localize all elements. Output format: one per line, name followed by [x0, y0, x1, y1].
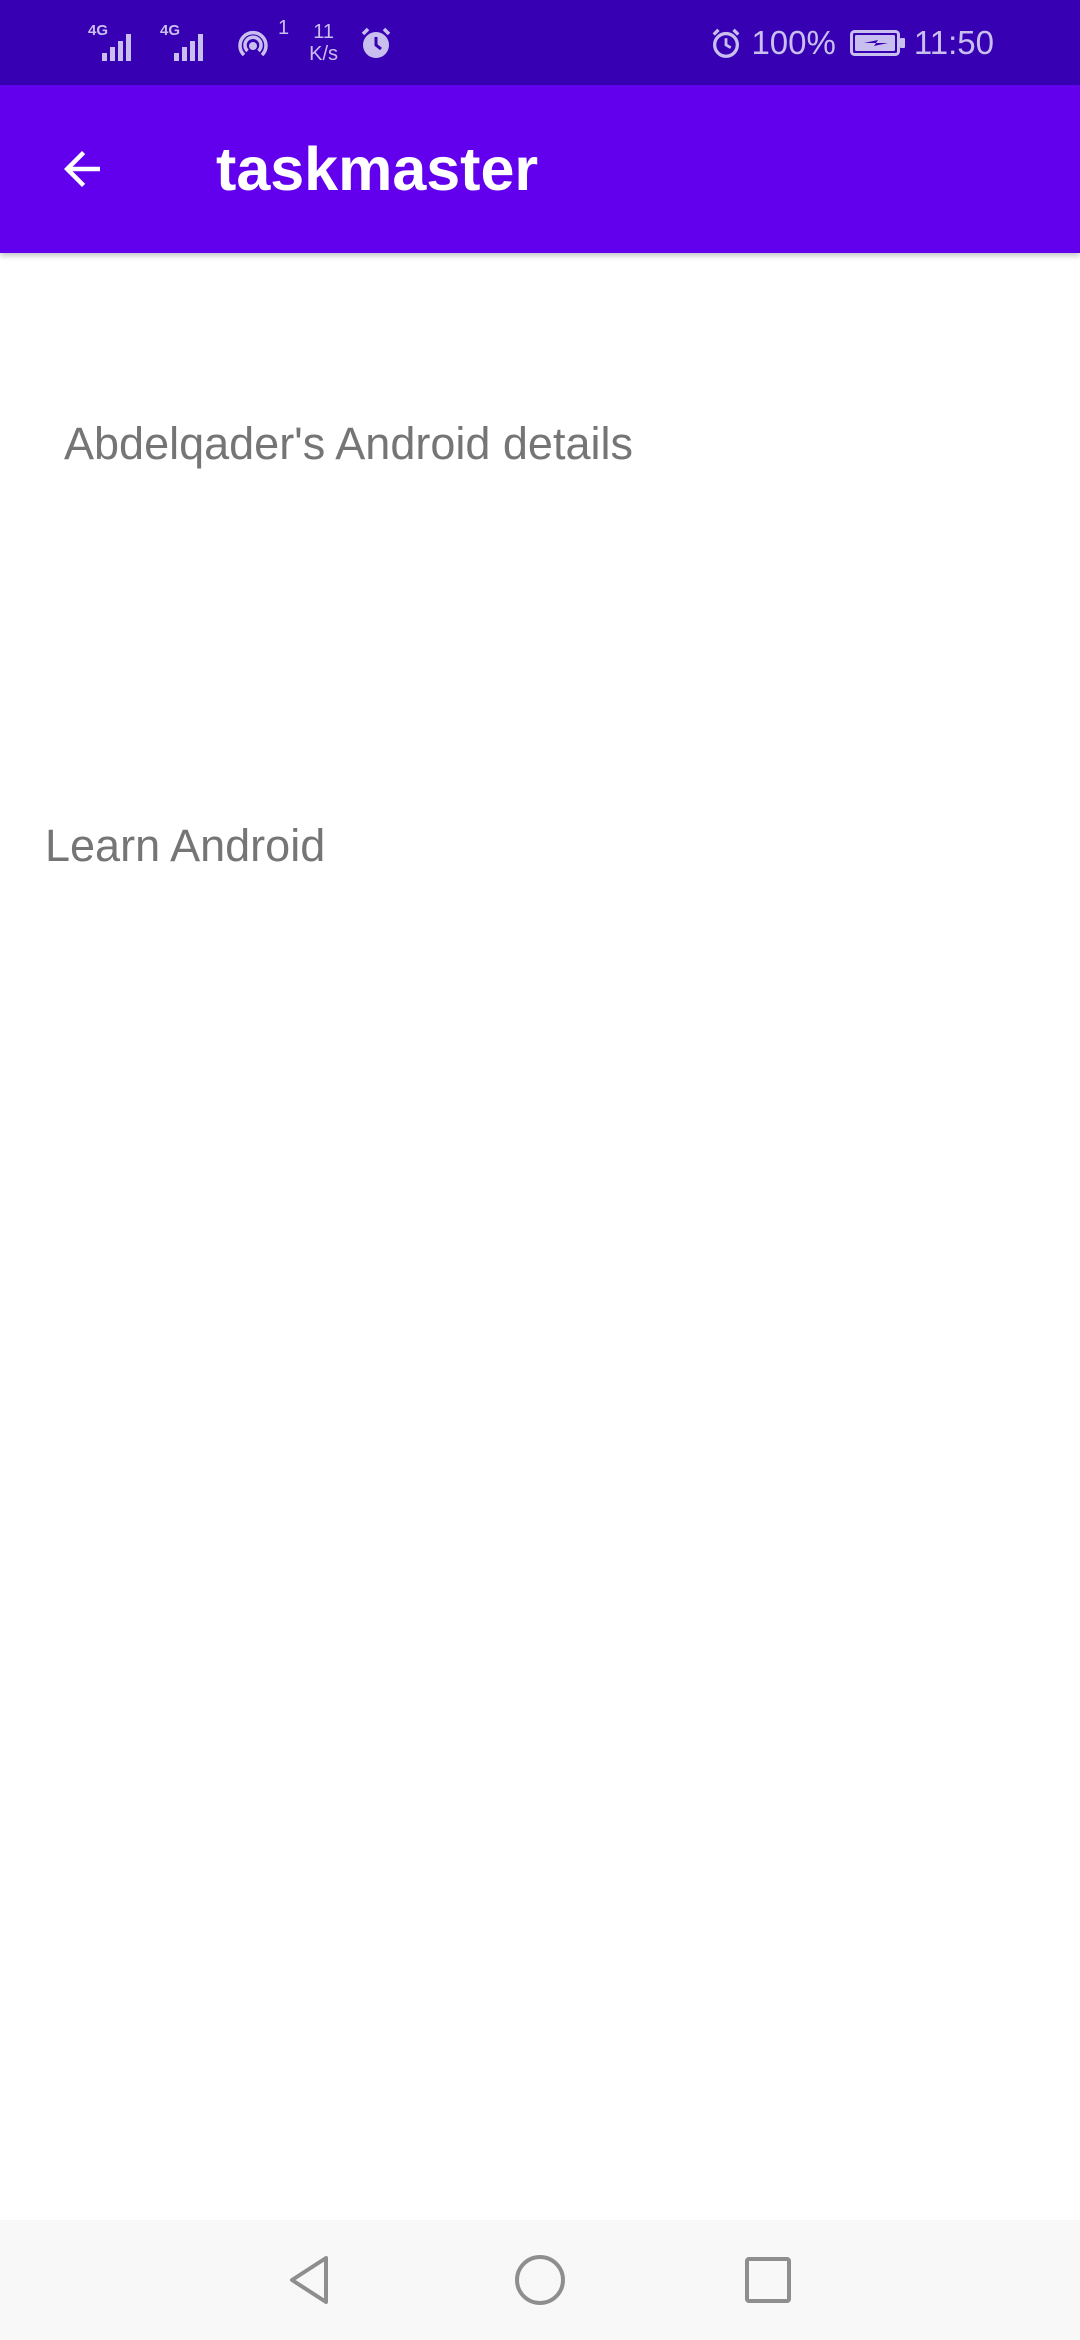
hotspot-icon — [238, 30, 268, 56]
hotspot-count: 1 — [278, 17, 290, 39]
back-button[interactable] — [40, 127, 124, 211]
arrow-back-icon — [64, 151, 100, 187]
status-indicators-left: 4G 4G 1 11 K/s — [88, 0, 394, 85]
nav-recents-button[interactable] — [728, 2240, 808, 2320]
battery-percent: 100% — [751, 23, 836, 61]
nav-home-button[interactable] — [500, 2240, 580, 2320]
alarm-icon — [713, 28, 740, 58]
signal-icon: 4G — [88, 23, 150, 63]
recents-square-icon — [745, 2257, 791, 2303]
app-title: taskmaster — [216, 135, 539, 203]
app-bar: taskmaster — [0, 85, 1080, 253]
task-name: Learn Android — [45, 820, 326, 871]
signal-icon: 4G — [160, 23, 222, 63]
network-speed: 11 K/s — [309, 21, 338, 65]
details-title: Abdelqader's Android details — [64, 418, 633, 469]
nav-back-button[interactable] — [270, 2240, 350, 2320]
clock: 11:50 — [913, 23, 994, 61]
status-bar: 4G 4G 1 11 K/s 100% 11:50 — [0, 0, 1080, 85]
battery-charging-icon — [849, 29, 905, 56]
speed-value: 11 — [313, 20, 334, 43]
navigation-bar — [0, 2220, 1080, 2340]
speed-unit: K/s — [309, 42, 339, 65]
alarm-icon — [361, 27, 391, 58]
back-triangle-icon — [290, 2256, 328, 2304]
home-circle-icon — [515, 2255, 565, 2305]
status-indicators-right: 100% 11:50 — [709, 0, 994, 85]
